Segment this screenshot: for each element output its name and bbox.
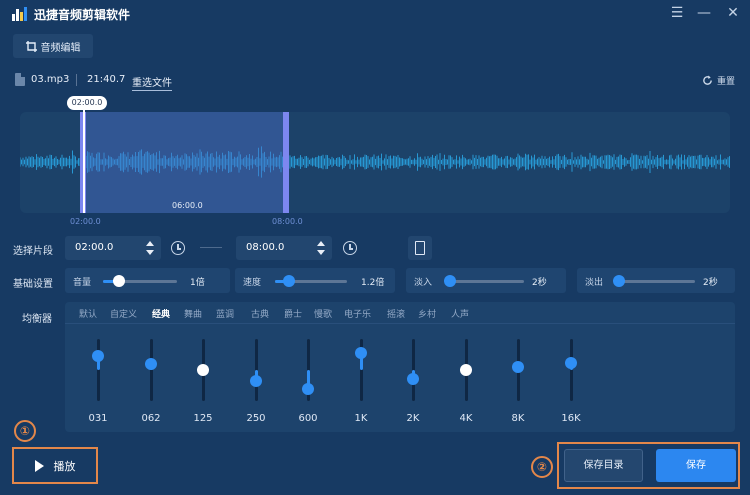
eq-band-knob[interactable] <box>565 356 577 369</box>
eq-band-slider[interactable] <box>569 339 573 401</box>
eq-band-slider[interactable] <box>411 339 415 401</box>
segment-end-input[interactable]: 08:00.0 <box>236 236 332 260</box>
playhead[interactable] <box>83 108 85 213</box>
eq-band-knob[interactable] <box>145 357 157 370</box>
segment-label: 选择片段 <box>13 246 53 257</box>
eq-band-slider[interactable] <box>96 339 100 401</box>
selection-end-label: 08:00.0 <box>272 217 303 226</box>
play-label: 播放 <box>53 459 76 473</box>
minimize-icon[interactable]: — <box>693 3 715 23</box>
close-icon[interactable]: ✕ <box>722 3 744 23</box>
selection-duration: 06:00.0 <box>172 201 203 210</box>
film-icon[interactable] <box>408 236 432 260</box>
play-icon <box>34 459 44 472</box>
eq-preset-tab[interactable]: 爵士 <box>284 307 302 320</box>
fade-in-control: 淡入 2秒 <box>406 268 566 293</box>
eq-band-knob[interactable] <box>355 346 367 359</box>
end-history-icon[interactable] <box>343 241 357 255</box>
eq-preset-tab[interactable]: 电子乐 <box>344 307 371 320</box>
step-marker-2: ② <box>531 456 553 478</box>
fade-in-label: 淡入 <box>414 278 433 288</box>
eq-preset-tab[interactable]: 自定义 <box>110 307 137 320</box>
save-button[interactable]: 保存 <box>656 449 736 482</box>
eq-preset-tab[interactable]: 乡村 <box>418 307 436 320</box>
file-name: 03.mp3 <box>31 74 70 85</box>
waveform-selection[interactable] <box>82 112 286 213</box>
basic-settings-label: 基础设置 <box>13 279 53 290</box>
eq-band-knob[interactable] <box>512 360 524 373</box>
equalizer-presets: 默认 自定义 经典 舞曲 蓝调 古典 爵士 慢歌 电子乐 摇滚 乡村 人声 <box>65 302 735 324</box>
refresh-icon <box>703 75 712 85</box>
save-directory-button[interactable]: 保存目录 <box>564 449 643 482</box>
eq-preset-tab[interactable]: 蓝调 <box>216 307 234 320</box>
speed-control: 速度 1.2倍 <box>235 268 395 293</box>
eq-band-frequency: 600 <box>298 413 318 424</box>
fade-in-slider[interactable] <box>446 280 524 283</box>
eq-band-knob[interactable] <box>250 374 262 387</box>
range-dash <box>200 247 222 248</box>
audio-edit-tab-label: 音频编辑 <box>40 42 81 54</box>
eq-preset-tab[interactable]: 人声 <box>451 307 469 320</box>
eq-band-frequency: 4K <box>459 413 473 424</box>
app-logo-icon <box>12 7 28 21</box>
start-history-icon[interactable] <box>171 241 185 255</box>
eq-band-frequency: 16K <box>561 413 581 424</box>
volume-value: 1倍 <box>190 278 205 288</box>
slider-knob[interactable] <box>443 275 456 287</box>
segment-end-stepper[interactable] <box>317 240 325 256</box>
speed-label: 速度 <box>243 278 262 288</box>
reselect-file-link[interactable]: 重选文件 <box>132 74 172 91</box>
slider-knob[interactable] <box>113 275 126 287</box>
playhead-time: 02:00.0 <box>67 96 107 110</box>
eq-band-frequency: 250 <box>246 413 266 424</box>
eq-band-knob[interactable] <box>460 364 472 376</box>
slider-knob[interactable] <box>613 275 625 287</box>
segment-start-input[interactable]: 02:00.0 <box>65 236 161 260</box>
volume-control: 音量 1倍 <box>65 268 230 293</box>
eq-band-frequency: 031 <box>88 413 108 424</box>
eq-band-frequency: 2K <box>406 413 420 424</box>
eq-preset-tab[interactable]: 经典 <box>152 307 170 320</box>
segment-start-stepper[interactable] <box>146 240 154 256</box>
selection-end-handle[interactable] <box>283 112 289 213</box>
fade-in-value: 2秒 <box>532 278 547 288</box>
eq-preset-tab[interactable]: 舞曲 <box>184 307 202 320</box>
play-button[interactable]: 播放 <box>12 447 98 484</box>
eq-band-frequency: 1K <box>354 413 368 424</box>
eq-band-frequency: 8K <box>511 413 525 424</box>
eq-band-frequency: 062 <box>141 413 161 424</box>
volume-label: 音量 <box>73 278 92 288</box>
divider <box>76 74 77 86</box>
eq-band-knob[interactable] <box>302 382 314 395</box>
fade-out-label: 淡出 <box>585 278 604 288</box>
segment-start-value: 02:00.0 <box>75 242 114 253</box>
eq-band-frequency: 125 <box>193 413 213 424</box>
eq-preset-tab[interactable]: 默认 <box>79 307 97 320</box>
eq-preset-tab[interactable]: 古典 <box>251 307 269 320</box>
crop-icon <box>25 40 37 52</box>
step-marker-1: ① <box>14 420 36 442</box>
menu-icon[interactable]: ☰ <box>666 3 688 23</box>
reset-label: 重置 <box>717 77 736 87</box>
fade-out-control: 淡出 2秒 <box>577 268 735 293</box>
eq-preset-tab[interactable]: 慢歌 <box>314 307 332 320</box>
title-bar: 迅捷音频剪辑软件 ☰ — ✕ <box>0 0 750 28</box>
eq-preset-tab[interactable]: 摇滚 <box>387 307 405 320</box>
selection-start-label: 02:00.0 <box>70 217 101 226</box>
reset-button[interactable]: 重置 <box>702 74 735 87</box>
fade-out-value: 2秒 <box>703 278 718 288</box>
speed-value: 1.2倍 <box>361 278 385 288</box>
segment-end-value: 08:00.0 <box>246 242 285 253</box>
app-title: 迅捷音频剪辑软件 <box>34 8 131 22</box>
eq-band-slider[interactable] <box>254 339 258 401</box>
eq-band-slider[interactable] <box>149 339 153 401</box>
file-icon <box>15 73 25 86</box>
eq-band-knob[interactable] <box>197 364 209 376</box>
fade-out-slider[interactable] <box>615 280 695 283</box>
equalizer-label: 均衡器 <box>22 314 52 325</box>
file-duration: 21:40.7 <box>87 74 126 85</box>
slider-knob[interactable] <box>283 275 296 287</box>
audio-edit-tab[interactable]: 音频编辑 <box>13 34 93 58</box>
